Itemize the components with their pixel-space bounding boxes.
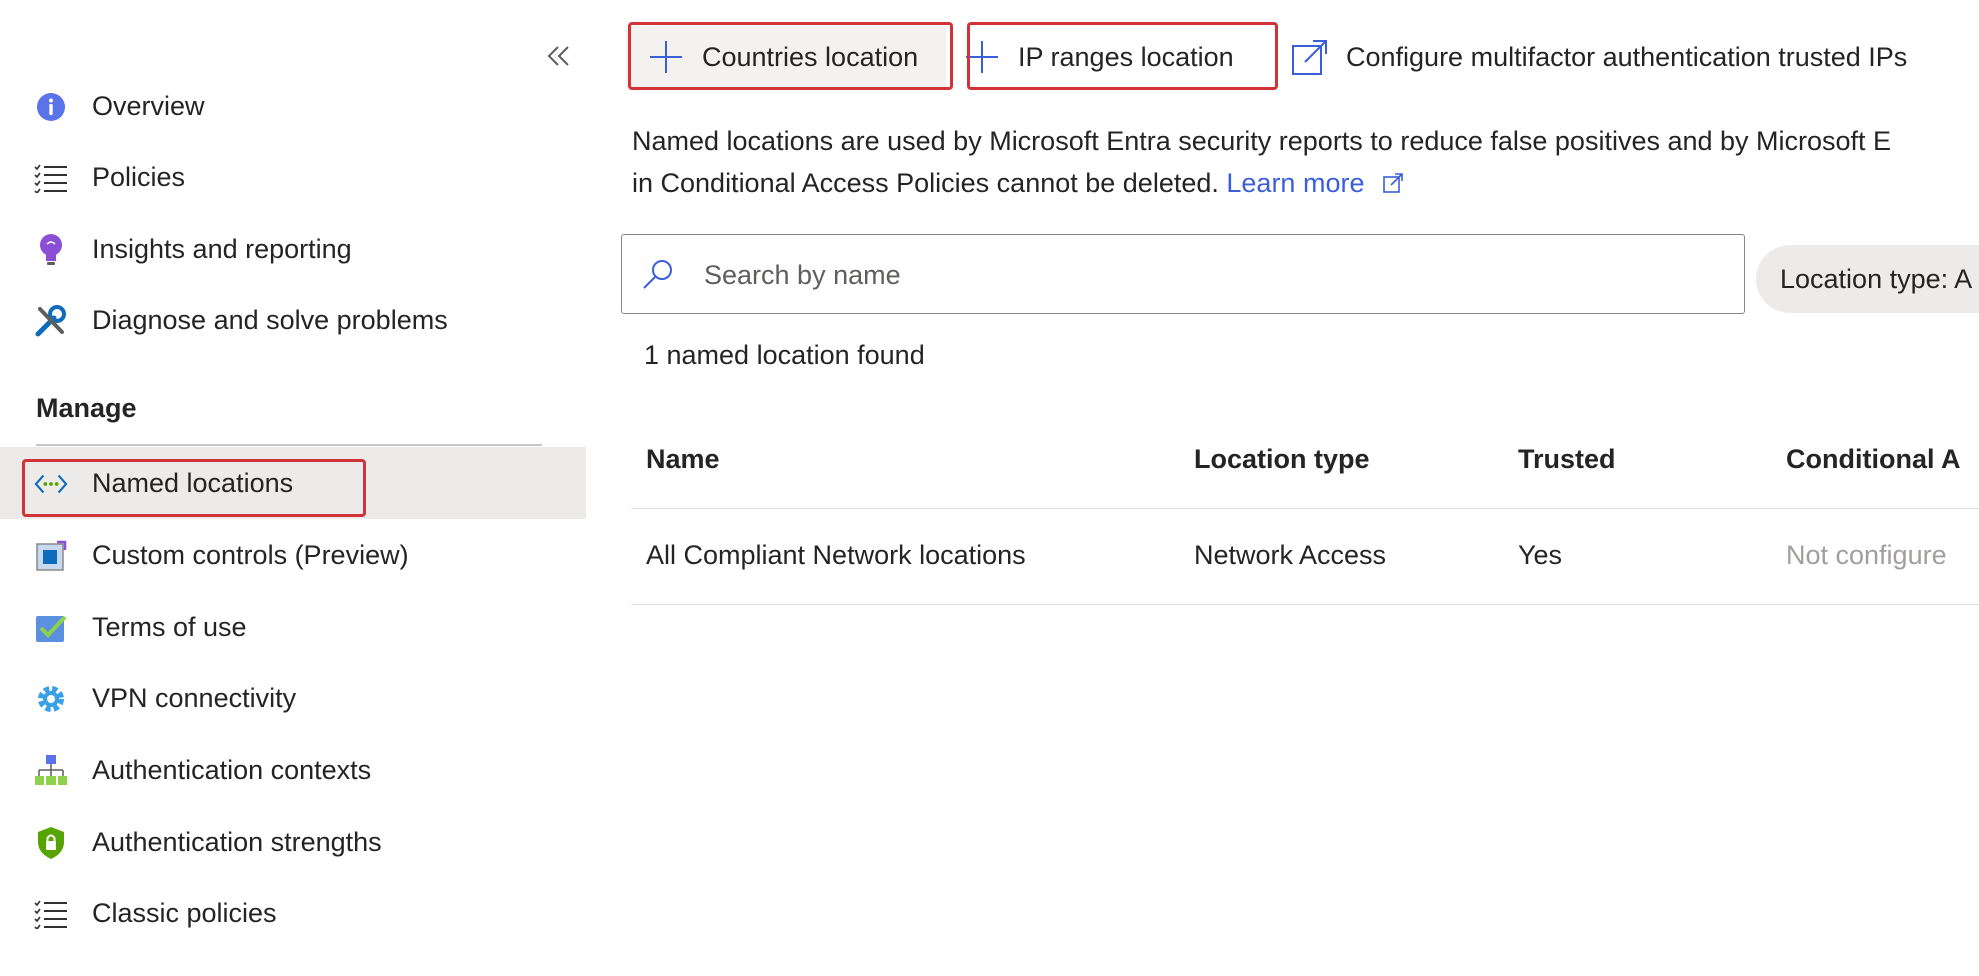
sidebar-item-terms-of-use[interactable]: Terms of use [0,591,586,663]
plus-icon [646,37,686,77]
info-icon [34,90,68,124]
table-header: Name Location type Trusted Conditional A [631,430,1979,509]
sidebar-item-vpn-connectivity[interactable]: VPN connectivity [0,662,586,734]
location-type-filter[interactable]: Location type: A [1756,245,1979,313]
sidebar-item-label: Named locations [92,467,294,498]
configure-mfa-label: Configure multifactor authentication tru… [1346,41,1908,72]
section-divider [36,444,542,446]
learn-more-label: Learn more [1226,168,1365,198]
learn-more-link[interactable]: Learn more [1226,168,1404,198]
sidebar-item-label: Authentication contexts [92,754,372,785]
sidebar-item-classic-policies[interactable]: Classic policies [0,877,586,949]
list-icon [34,897,68,931]
gear-icon [34,682,68,716]
sidebar: Overview Policies Insights and reporting… [0,0,586,976]
location-type-cell: Network Access [1194,540,1387,570]
trusted-cell: Yes [1518,540,1563,570]
location-name-link[interactable]: All Compliant Network locations [646,540,1026,571]
sidebar-item-label: Overview [92,90,205,121]
hierarchy-icon [34,754,68,788]
sidebar-item-named-locations[interactable]: Named locations [0,447,586,519]
checkmark-icon [34,611,68,645]
sidebar-item-label: Insights and reporting [92,233,352,264]
search-icon [643,260,672,289]
plus-icon [962,37,1002,77]
ip-ranges-location-button[interactable]: IP ranges location [962,26,1234,88]
sidebar-item-authentication-contexts[interactable]: Authentication contexts [0,734,586,806]
sidebar-item-diagnose-and-solve-problems[interactable]: Diagnose and solve problems [0,284,586,356]
collapse-sidebar-button[interactable] [545,40,575,72]
location-type-filter-label: Location type: A [1780,263,1973,294]
sidebar-item-overview[interactable]: Overview [0,70,586,142]
sidebar-item-label: Classic policies [92,897,277,928]
conditional-access-cell: Not configure [1786,540,1947,570]
sidebar-item-label: Diagnose and solve problems [92,304,448,335]
wrench-icon [34,304,68,338]
command-bar: Countries location IP ranges location Co… [626,14,1979,90]
countries-location-button[interactable]: Countries location [626,26,946,88]
page-description: Named locations are used by Microsoft En… [632,120,1979,204]
double-chevron-left-icon [547,46,569,66]
sidebar-item-label: Terms of use [92,611,247,642]
ip-ranges-location-label: IP ranges location [1018,41,1234,72]
results-count: 1 named location found [644,340,925,370]
external-link-icon [1290,37,1330,77]
sidebar-item-label: Policies [92,161,186,192]
main-content: Countries location IP ranges location Co… [586,0,1979,976]
description-line-2: in Conditional Access Policies cannot be… [632,168,1219,198]
sidebar-item-label: Authentication strengths [92,826,382,857]
sidebar-item-authentication-strengths[interactable]: Authentication strengths [0,806,586,878]
column-header-location-type[interactable]: Location type [1194,444,1370,475]
named-locations-icon [34,467,68,501]
sidebar-item-policies[interactable]: Policies [0,141,586,213]
custom-controls-icon [34,539,68,573]
configure-mfa-trusted-ips-button[interactable]: Configure multifactor authentication tru… [1290,26,1907,88]
search-box [621,234,1745,314]
column-header-name[interactable]: Name [646,444,720,475]
table-row[interactable]: All Compliant Network locations Network … [631,510,1979,605]
description-line-2-row: in Conditional Access Policies cannot be… [632,162,1979,204]
sidebar-item-label: VPN connectivity [92,682,297,713]
section-header-manage: Manage [36,393,137,423]
sidebar-item-label: Custom controls (Preview) [92,539,409,570]
shield-lock-icon [34,826,68,860]
search-input[interactable] [702,247,1706,303]
description-line-1: Named locations are used by Microsoft En… [632,126,1892,156]
sidebar-item-custom-controls[interactable]: Custom controls (Preview) [0,519,586,591]
lightbulb-icon [34,233,68,267]
column-header-trusted[interactable]: Trusted [1518,444,1616,475]
list-icon [34,161,68,195]
column-header-conditional-access[interactable]: Conditional A [1786,444,1960,475]
open-in-new-icon [1383,173,1403,193]
sidebar-item-insights-and-reporting[interactable]: Insights and reporting [0,213,586,285]
countries-location-label: Countries location [702,41,919,72]
